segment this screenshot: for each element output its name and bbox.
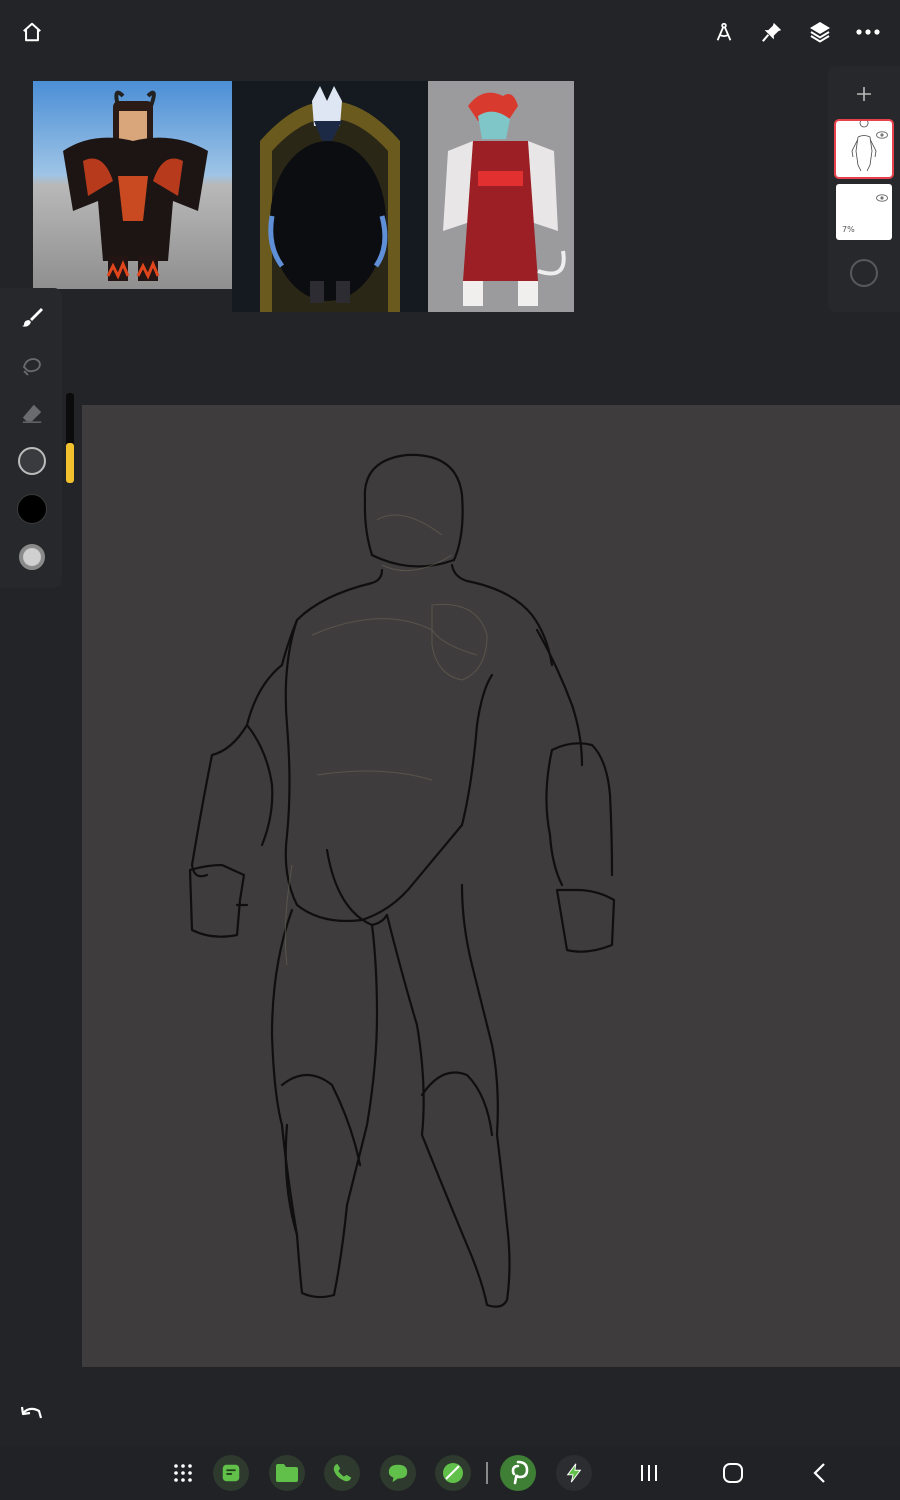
more-icon[interactable] xyxy=(850,14,886,50)
layers-icon[interactable] xyxy=(802,14,838,50)
drawing-canvas[interactable] xyxy=(82,405,900,1367)
opacity-icon[interactable] xyxy=(13,538,51,576)
tool-panel xyxy=(0,288,62,588)
eraser-icon[interactable] xyxy=(13,394,51,432)
eye-icon[interactable] xyxy=(876,124,888,143)
eye-icon[interactable] xyxy=(876,187,888,206)
brush-size-icon[interactable] xyxy=(13,442,51,480)
figure-sketch xyxy=(188,453,616,1308)
ruler-compass-icon[interactable] xyxy=(706,14,742,50)
app-drawer-icon[interactable] xyxy=(165,1455,201,1491)
recents-icon[interactable] xyxy=(631,1455,667,1491)
layer-2-thumbnail[interactable]: 7% xyxy=(836,184,892,240)
reference-image-1[interactable] xyxy=(33,81,232,289)
undo-icon[interactable] xyxy=(18,1399,46,1427)
reference-image-3[interactable] xyxy=(428,81,574,312)
layer-1-thumbnail[interactable] xyxy=(836,118,892,177)
brush-size-slider[interactable] xyxy=(66,393,74,483)
nav-divider xyxy=(486,1462,488,1484)
phone-app-icon[interactable] xyxy=(324,1455,360,1491)
brush-icon[interactable] xyxy=(13,298,51,336)
back-icon[interactable] xyxy=(801,1455,837,1491)
layer-opacity-label: 7% xyxy=(842,225,855,234)
notes-app-icon[interactable] xyxy=(213,1455,249,1491)
system-nav-bar xyxy=(0,1446,900,1500)
files-app-icon[interactable] xyxy=(269,1455,305,1491)
pinterest-app-icon[interactable] xyxy=(500,1455,536,1491)
power-app-icon[interactable] xyxy=(556,1455,592,1491)
color-swatch[interactable] xyxy=(13,490,51,528)
layer-color-circle[interactable] xyxy=(850,259,878,287)
gallery-app-icon[interactable] xyxy=(435,1455,471,1491)
plus-icon[interactable] xyxy=(852,82,876,106)
home-icon[interactable] xyxy=(14,14,50,50)
top-toolbar xyxy=(0,0,900,64)
smudge-icon[interactable] xyxy=(13,346,51,384)
reference-image-2[interactable] xyxy=(232,81,428,312)
slider-fill xyxy=(66,442,74,483)
pin-icon[interactable] xyxy=(754,14,790,50)
home-button-icon[interactable] xyxy=(715,1455,751,1491)
messages-app-icon[interactable] xyxy=(380,1455,416,1491)
layers-panel: 7% xyxy=(828,66,900,312)
